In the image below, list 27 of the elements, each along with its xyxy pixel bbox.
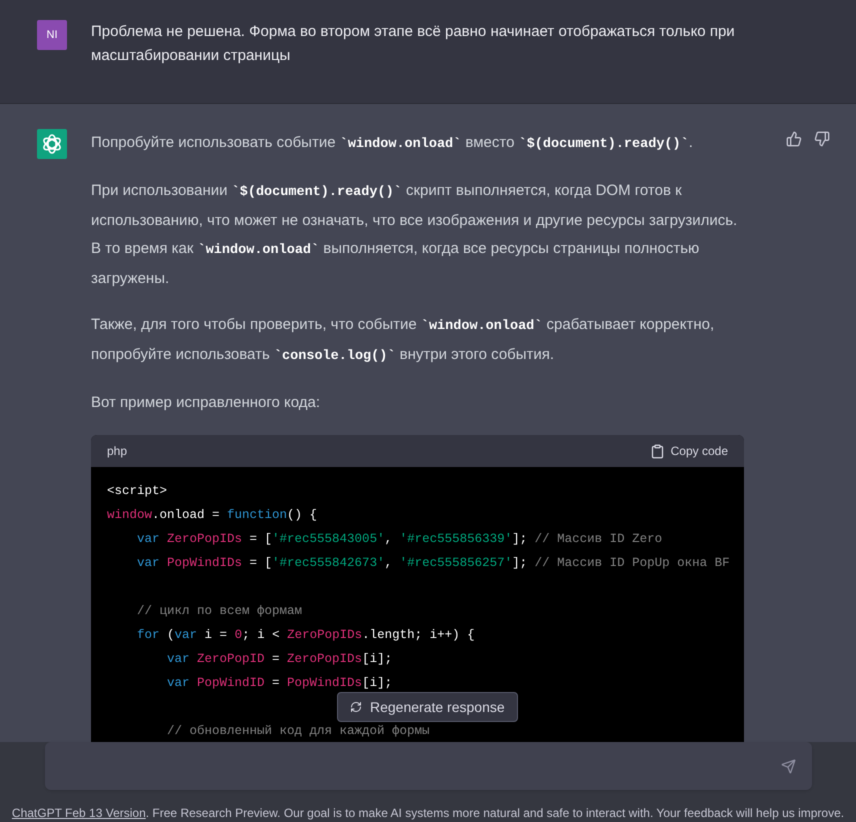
code-line: window.onload = function() { (107, 507, 318, 524)
code-line: // обновленный код для каждой формы (166, 723, 430, 740)
thumbs-up-icon[interactable] (786, 131, 802, 147)
thumbs-down-icon[interactable] (814, 131, 830, 147)
version-link[interactable]: ChatGPT Feb 13 Version (12, 806, 146, 820)
code-line: var PopWindID = PopWindIDs[i]; (166, 675, 392, 692)
code-line: // цикл по всем формам (136, 603, 302, 620)
assistant-avatar-icon (37, 129, 67, 159)
code-language: php (107, 443, 128, 460)
user-avatar: NI (37, 20, 67, 50)
message-paragraph: Вот пример исправленного кода: (91, 393, 322, 413)
message-paragraph: Попробуйте использовать событие `window.onload` вместо `$(document).ready()`. (91, 133, 694, 154)
code-line: var ZeroPopID = ZeroPopIDs[i]; (166, 651, 392, 668)
code-line: <script> (107, 483, 168, 500)
message-paragraph: Также, для того чтобы проверить, что событие `window.onload` срабатывает корректно, попробуйте использовать `console.log()` внутри этого события. (91, 315, 716, 366)
regenerate-button[interactable]: Regenerate response (337, 692, 518, 722)
code-line: for (var i = 0; i < ZeroPopIDs.length; i++) { (136, 627, 475, 644)
footer-text: ChatGPT Feb 13 Version. Free Research Preview. Our goal is to make AI systems more natural and safe to interact with. Your feedback will help us improve. (12, 805, 844, 822)
send-icon[interactable] (780, 758, 796, 774)
code-line: var PopWindIDs = ['#rec555842673', '#rec555856257']; // Массив ID PopUp окна BF (136, 555, 730, 572)
refresh-icon (350, 701, 362, 713)
clipboard-icon (650, 444, 665, 458)
message-input[interactable] (44, 742, 812, 790)
message-paragraph: При использовании `$(document).ready()` скрипт выполняется, когда DOM готов к использованию, что может не означать, что все изображения и другие ресурсы загрузились. В то время как `window.onload` выполняется, когда все ресурсы страницы полностью загружены. (91, 181, 738, 289)
copy-code-button[interactable]: Copy code (650, 442, 728, 460)
user-message: Проблема не решена. Форма во втором этапе всё равно начинает отображаться только при масштабировании страницы (91, 22, 736, 66)
code-line: var ZeroPopIDs = ['#rec555843005', '#rec555856339']; // Массив ID Zero (136, 531, 662, 548)
